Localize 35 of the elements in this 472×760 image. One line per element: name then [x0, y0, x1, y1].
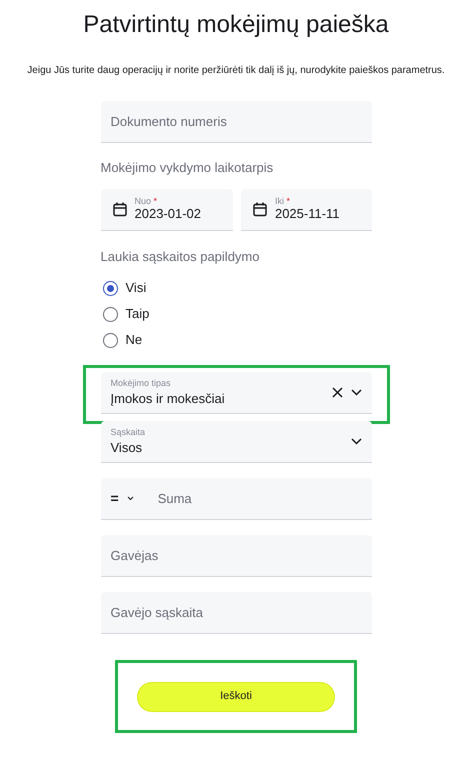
field-value: Įmokos ir mokesčiai: [110, 391, 225, 407]
document-number-field[interactable]: Dokumento numeris: [100, 101, 372, 143]
period-label: Mokėjimo vykdymo laikotarpis: [100, 159, 274, 177]
intro-text: Jeigu Jūs turite daug operacijų ir norite peržiūrėti tik dalį iš jų, nurodykite paieškos parametrus.: [26, 64, 446, 77]
clear-icon[interactable]: [332, 387, 342, 398]
search-button[interactable]: Ieškoti: [137, 682, 335, 712]
payee-field[interactable]: Gavėjas: [100, 535, 372, 577]
calendar-icon: [112, 202, 126, 216]
amount-input[interactable]: Suma: [156, 488, 362, 510]
radio-label: Ne: [126, 331, 142, 350]
operator-select[interactable]: =: [110, 488, 134, 509]
radio-button[interactable]: [102, 332, 118, 348]
radio-label: Visi: [126, 279, 146, 298]
radio-label: Taip: [126, 305, 150, 324]
date-label: Iki *: [274, 196, 291, 206]
amount-field[interactable]: = Suma: [100, 478, 372, 520]
date-label: Nuo *: [134, 196, 158, 206]
radio-button[interactable]: [102, 306, 118, 322]
chevron-down-icon[interactable]: [350, 438, 362, 445]
payment-type-select[interactable]: Mokėjimo tipas Įmokos ir mokesčiai: [100, 372, 372, 414]
top-up-label: Laukia sąskaitos papildymo: [100, 248, 260, 266]
field-label: Sąskaita: [110, 427, 146, 437]
chevron-down-icon[interactable]: [350, 389, 362, 396]
date-value: 2025-11-11: [274, 206, 340, 222]
date-field[interactable]: Iki * 2025-11-11: [240, 188, 372, 230]
date-field[interactable]: Nuo * 2023-01-02: [100, 188, 233, 230]
field-label: Mokėjimo tipas: [110, 378, 172, 388]
payee-account-field[interactable]: Gavėjo sąskaita: [100, 592, 372, 634]
account-select[interactable]: Sąskaita Visos: [100, 421, 372, 463]
field-value: Visos: [110, 440, 144, 456]
radio-button[interactable]: [102, 280, 118, 296]
calendar-icon: [252, 202, 267, 216]
page-title: Patvirtintų mokėjimų paieška: [82, 10, 390, 40]
chevron-down-icon[interactable]: [126, 496, 134, 501]
date-value: 2023-01-02: [134, 206, 201, 222]
